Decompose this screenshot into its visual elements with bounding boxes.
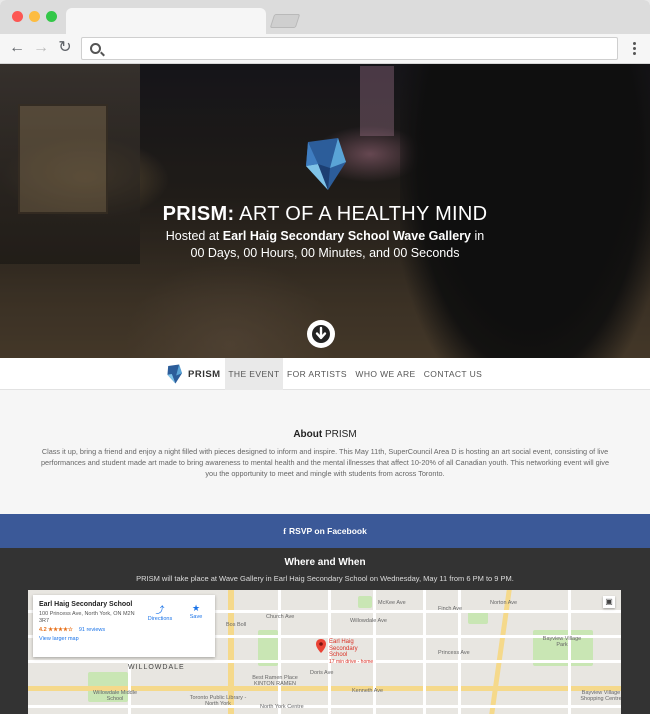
- back-arrow-icon[interactable]: ←: [9, 40, 25, 56]
- map-label-kenneth: Kenneth Ave: [352, 688, 384, 694]
- browser-window: ← → ↻ PRISM: ART OF A HEALTHY MIND Hoste…: [0, 0, 650, 714]
- arrow-down-icon: [312, 325, 330, 343]
- place-rating: 4.2 ★★★★☆ 91 reviews: [39, 627, 106, 633]
- nav-item-contact-us[interactable]: CONTACT US: [421, 358, 485, 390]
- nav-item-who-we-are[interactable]: WHO WE ARE: [352, 358, 419, 390]
- nav-item-for-artists[interactable]: FOR ARTISTS: [285, 358, 349, 390]
- where-details: PRISM will take place at Wave Gallery in…: [136, 574, 514, 583]
- place-reviews-link[interactable]: 91 reviews: [79, 627, 105, 633]
- hero-title: PRISM: ART OF A HEALTHY MIND: [162, 203, 488, 225]
- rsvp-label: RSVP on Facebook: [289, 526, 367, 536]
- map-label-bos-boll: Bos Boll: [226, 622, 247, 628]
- prism-logo-icon: [306, 138, 346, 190]
- maximize-window-button[interactable]: [46, 11, 57, 22]
- close-window-button[interactable]: [12, 11, 23, 22]
- map-label-library: Toronto Public Library - North York: [189, 695, 247, 707]
- where-and-when-section: Where and When PRISM will take place at …: [0, 548, 650, 714]
- forward-arrow-icon[interactable]: →: [33, 40, 49, 56]
- nav-brand-link[interactable]: PRISM: [166, 362, 221, 386]
- nav-item-the-event[interactable]: THE EVENT: [225, 358, 283, 390]
- map-label-princess: Princess Ave: [438, 650, 470, 656]
- map-label-doris: Doris Ave: [310, 670, 334, 676]
- fullscreen-icon[interactable]: ▣: [603, 596, 615, 608]
- hero-section: PRISM: ART OF A HEALTHY MIND Hosted at E…: [0, 64, 650, 358]
- save-button[interactable]: ★ Save: [181, 603, 211, 620]
- map-label-north-york-centre: North York Centre: [260, 704, 304, 710]
- about-section: About PRISM Class it up, bring a friend …: [0, 390, 650, 514]
- directions-button[interactable]: ⤴ Directions: [145, 603, 175, 622]
- rsvp-facebook-button[interactable]: f RSVP on Facebook: [0, 514, 650, 548]
- browser-toolbar: ← → ↻: [0, 34, 650, 64]
- star-icon: ★: [191, 603, 201, 613]
- map-label-finch: Finch Ave: [438, 606, 463, 612]
- about-body: Class it up, bring a friend and enjoy a …: [41, 447, 609, 478]
- view-larger-map-link[interactable]: View larger map: [39, 636, 209, 642]
- facebook-icon: f: [283, 526, 287, 536]
- map-label-willowdale-ave: Willowdale Ave: [350, 618, 387, 624]
- address-bar[interactable]: [81, 37, 618, 60]
- map-label-church: Church Ave: [266, 614, 295, 620]
- map-label-mckee: McKee Ave: [378, 600, 406, 606]
- map-label-willowdale-middle: Willowdale Middle School: [92, 690, 138, 702]
- map-place-card: Earl Haig Secondary School 100 Princess …: [33, 595, 215, 657]
- where-heading: Where and When: [284, 557, 366, 568]
- place-address: 100 Princess Ave, North York, ON M2N 3R7: [39, 611, 135, 624]
- new-tab-button[interactable]: [269, 14, 301, 28]
- map-label-norton: Norton Ave: [490, 600, 518, 606]
- map-label-bayview-centre: Bayview Village Shopping Centre: [580, 690, 621, 702]
- directions-icon: ⤴: [155, 605, 165, 615]
- prism-logo-small-icon: [167, 364, 182, 384]
- search-icon: [90, 43, 101, 54]
- map-label-willowdale: WILLOWDALE: [128, 664, 185, 671]
- menu-kebab-icon[interactable]: [633, 42, 636, 57]
- map-label-bayview-village: Bayview Village Park: [542, 636, 582, 648]
- map-pin-label: Earl Haig Secondary School 17 min drive …: [329, 639, 374, 665]
- site-navbar: PRISM THE EVENT FOR ARTISTS WHO WE ARE C…: [0, 358, 650, 390]
- reload-icon[interactable]: ↻: [57, 40, 73, 56]
- nav-brand-text: PRISM: [188, 368, 221, 380]
- map-pin-icon[interactable]: [316, 639, 326, 653]
- browser-tab[interactable]: [66, 8, 266, 34]
- scroll-down-button[interactable]: [307, 320, 335, 348]
- map-label-best-ramen: Best Ramen Place KINTON RAMEN: [252, 675, 298, 687]
- about-heading: About PRISM: [293, 429, 357, 440]
- hero-venue-line: Hosted at Earl Haig Secondary School Wav…: [165, 229, 485, 243]
- minimize-window-button[interactable]: [29, 11, 40, 22]
- hero-countdown: 00 Days, 00 Hours, 00 Minutes, and 00 Se…: [190, 246, 460, 260]
- browser-titlebar: [0, 0, 650, 34]
- google-map[interactable]: WILLOWDALE Willowdale Middle School Best…: [28, 590, 621, 714]
